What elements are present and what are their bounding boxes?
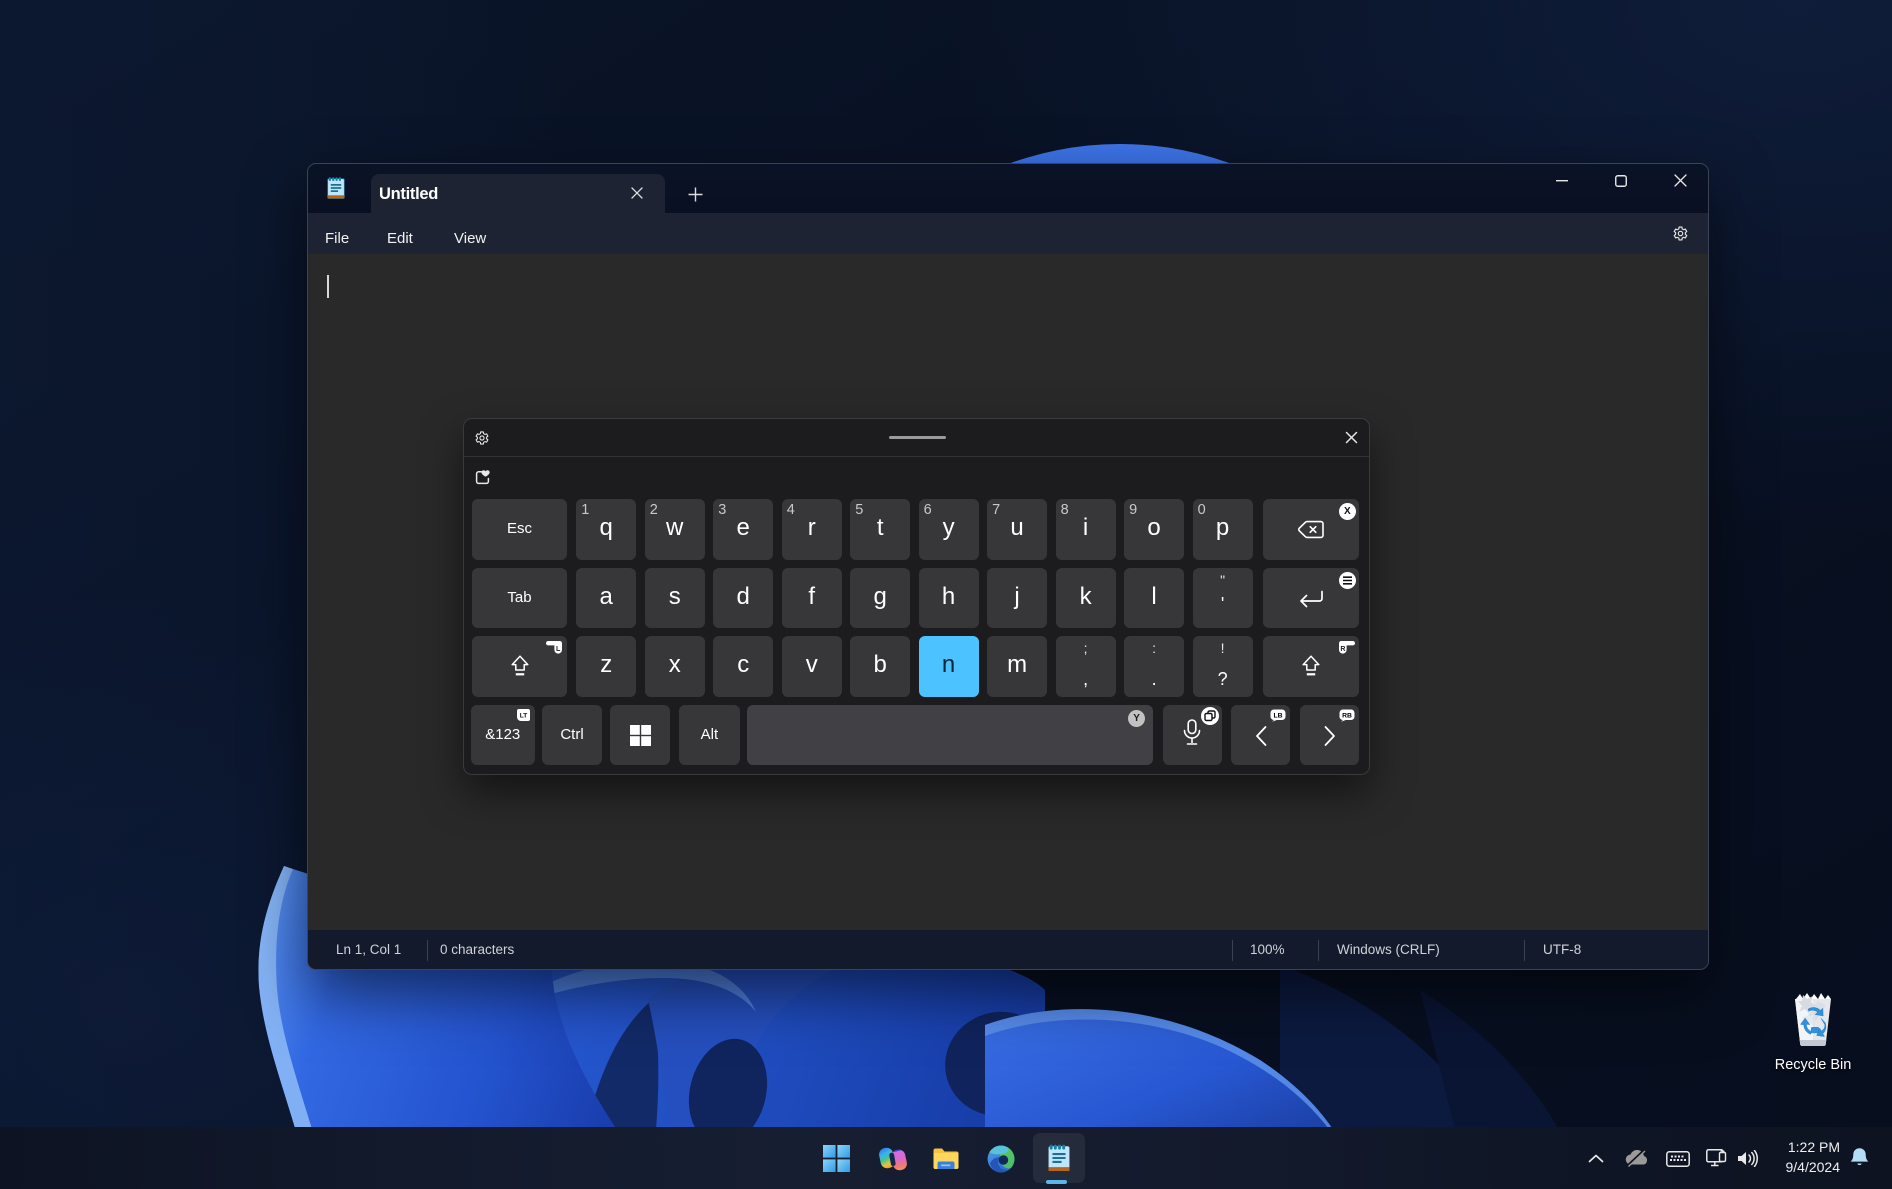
svg-text:RB: RB [1342,712,1352,719]
svg-text:R: R [1340,646,1345,653]
svg-text:LB: LB [1273,712,1282,719]
svg-text:LT: LT [519,712,526,719]
svg-text:L: L [556,646,561,653]
